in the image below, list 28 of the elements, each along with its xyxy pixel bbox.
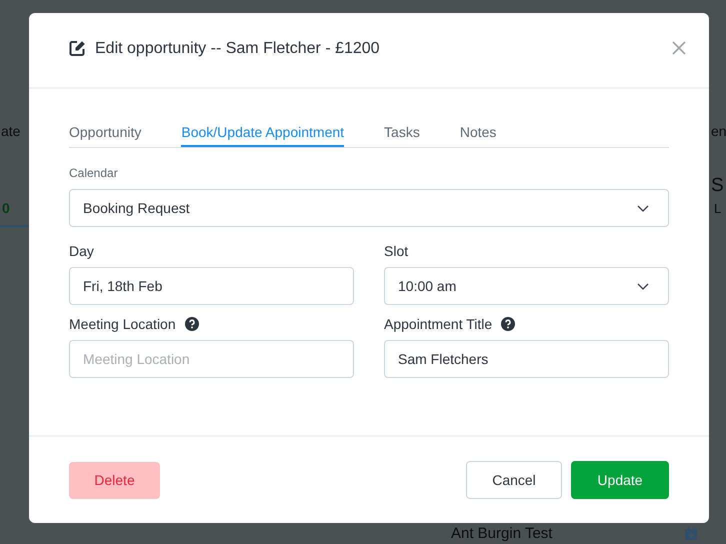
background-text: S xyxy=(711,175,724,197)
dialog-title: Edit opportunity -- Sam Fletcher - £1200 xyxy=(95,40,381,58)
close-button[interactable] xyxy=(672,41,686,55)
field-label: Meeting Location xyxy=(69,316,176,332)
tab[interactable]: Book/Update Appointment xyxy=(181,119,344,147)
field-label: Calendar xyxy=(69,166,119,180)
cancel-button[interactable]: Cancel xyxy=(466,461,562,499)
input-field[interactable]: Sam Fletchers xyxy=(384,340,669,378)
field-label: Slot xyxy=(384,243,408,259)
field-label: Appointment Title xyxy=(384,316,492,332)
tab[interactable]: Notes xyxy=(460,119,496,147)
tab[interactable]: Tasks xyxy=(384,119,420,147)
background-text: 0 xyxy=(2,200,10,216)
chevron-down-icon xyxy=(637,204,649,212)
field-label: Day xyxy=(69,243,94,259)
chevron-down-icon xyxy=(637,282,649,290)
calendar-icon xyxy=(685,527,697,540)
input-field[interactable]: Fri, 18th Feb xyxy=(69,267,354,305)
slot-select[interactable]: 10:00 am xyxy=(384,267,669,305)
background-text: L xyxy=(714,201,722,216)
calendar-select[interactable]: Booking Request xyxy=(69,189,669,227)
background-text: Ant Burgin Test xyxy=(451,525,552,542)
update-button[interactable]: Update xyxy=(571,461,669,499)
background-text: en xyxy=(711,123,726,139)
tab[interactable]: Opportunity xyxy=(69,119,142,147)
input-field[interactable]: Meeting Location xyxy=(69,340,354,378)
edit-icon xyxy=(69,40,86,56)
background-text: ate xyxy=(1,123,20,139)
